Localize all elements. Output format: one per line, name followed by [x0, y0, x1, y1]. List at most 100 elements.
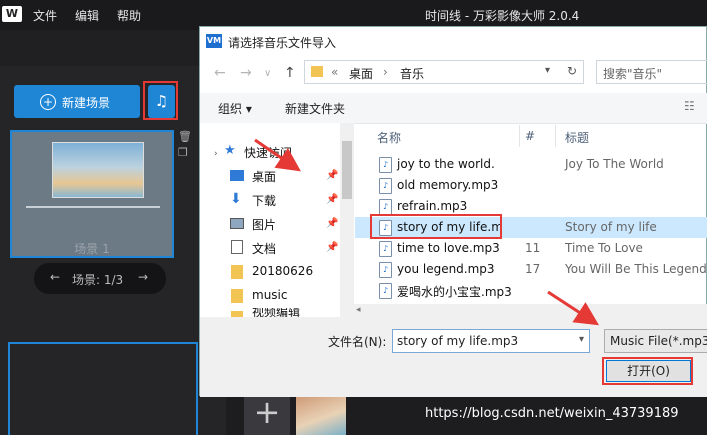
audio-file-icon: ♪ — [379, 262, 392, 278]
selected-file-highlight — [370, 214, 502, 239]
folder-icon — [231, 265, 243, 279]
column-number[interactable]: # — [525, 129, 535, 143]
pin-icon[interactable]: 📌 — [326, 218, 338, 229]
file-list-scrollbar[interactable]: ◂ — [354, 304, 707, 318]
back-arrow-icon[interactable]: ← — [214, 65, 226, 81]
documents-icon — [231, 240, 243, 254]
copy-icon[interactable]: ❐ — [178, 146, 188, 159]
open-button-highlight — [602, 357, 693, 385]
menu-edit[interactable]: 编辑 — [75, 7, 99, 24]
file-name: joy to the world. — [397, 157, 495, 171]
breadcrumb-separator: › — [383, 65, 388, 79]
audio-file-icon: ♪ — [379, 283, 392, 299]
audio-file-icon: ♪ — [379, 241, 392, 257]
forward-arrow-icon[interactable]: → — [240, 65, 252, 81]
file-open-dialog: VM 请选择音乐文件导入 ← → ∨ ↑ « 桌面 › 音乐 ▾ ↻ 搜索"音乐… — [199, 26, 707, 397]
app-logo: W — [2, 6, 22, 22]
view-options-icon[interactable]: ☷ — [684, 99, 695, 113]
new-scene-button[interactable]: + 新建场景 — [14, 85, 140, 118]
file-name: you legend.mp3 — [397, 262, 495, 276]
scene-pager: ← 场景: 1/3 → — [34, 263, 166, 294]
timeline-track[interactable] — [8, 342, 198, 435]
nav-pictures[interactable]: 图片 — [252, 216, 276, 233]
folder-icon — [311, 66, 323, 77]
dialog-title: 请选择音乐文件导入 — [228, 36, 337, 50]
folder-icon — [231, 289, 243, 303]
menu-file[interactable]: 文件 — [33, 7, 57, 24]
file-row[interactable]: ♪ old memory.mp3 — [355, 175, 707, 196]
address-bar[interactable]: « 桌面 › 音乐 ▾ ↻ — [304, 60, 584, 84]
file-row[interactable]: ♪ you legend.mp3 17 You Will Be This Leg… — [355, 259, 707, 280]
file-row[interactable]: ♪ joy to the world. Joy To The World — [355, 154, 707, 175]
dialog-toolbar: 组织 ▾ 新建文件夹 ☷ — [200, 93, 707, 124]
column-name[interactable]: 名称 — [377, 129, 401, 146]
app-title: 时间线 - 万彩影像大师 2.0.4 — [425, 9, 580, 23]
file-title: Time To Love — [565, 241, 643, 255]
column-divider[interactable] — [555, 125, 556, 147]
file-row[interactable]: ♪ time to love.mp3 11 Time To Love — [355, 238, 707, 259]
nav-desktop[interactable]: 桌面 — [252, 168, 276, 185]
file-row[interactable]: ♪ 爱喝水的小宝宝.mp3 — [355, 280, 707, 301]
star-icon: ★ — [224, 143, 236, 158]
breadcrumb-music[interactable]: 音乐 — [400, 65, 424, 82]
filename-value: story of my life.mp3 — [397, 334, 519, 348]
audio-file-icon: ♪ — [379, 178, 392, 194]
nav-downloads[interactable]: 下载 — [252, 192, 276, 209]
arrow-right-icon[interactable]: → — [138, 270, 148, 284]
file-title: You Will Be This Legend — [565, 262, 707, 276]
download-icon: ⬇ — [230, 191, 242, 207]
nav-scrollbar-thumb[interactable] — [342, 141, 352, 199]
file-type-select[interactable]: Music File(*.mp3;* — [604, 329, 707, 353]
pin-icon[interactable]: 📌 — [326, 170, 338, 181]
filename-input[interactable]: story of my life.mp3 ▾ — [392, 329, 590, 353]
refresh-icon[interactable]: ↻ — [567, 64, 577, 78]
breadcrumb-desktop[interactable]: 桌面 — [349, 65, 373, 82]
scene-thumbnail — [52, 142, 144, 198]
file-name: 爱喝水的小宝宝.mp3 — [397, 285, 512, 299]
file-name: refrain.mp3 — [397, 199, 468, 213]
nav-documents[interactable]: 文档 — [252, 240, 276, 257]
file-name: old memory.mp3 — [397, 178, 499, 192]
up-arrow-icon[interactable]: ↑ — [284, 65, 296, 81]
nav-quick-access[interactable]: 快速访问 — [244, 144, 292, 161]
file-list-header: 名称 # 标题 — [355, 125, 707, 147]
arrow-left-icon[interactable]: ← — [50, 270, 60, 284]
watermark: https://blog.csdn.net/weixin_43739189 — [425, 406, 679, 421]
scene-ruler — [26, 206, 160, 208]
nav-folder-20180626[interactable]: 20180626 — [252, 264, 313, 278]
filename-label: 文件名(N): — [328, 335, 387, 349]
plus-circle-icon: + — [40, 94, 56, 110]
file-number: 17 — [525, 262, 541, 276]
new-folder-button[interactable]: 新建文件夹 — [285, 100, 345, 117]
expand-icon[interactable]: › — [214, 145, 218, 159]
chevron-down-icon[interactable]: ▾ — [545, 65, 550, 76]
pictures-icon — [230, 218, 244, 229]
chevron-down-icon[interactable]: ▾ — [579, 334, 584, 345]
new-scene-label: 新建场景 — [62, 96, 111, 110]
column-title[interactable]: 标题 — [565, 129, 589, 146]
scene-label: 场景 1 — [74, 242, 110, 256]
desktop-icon — [230, 170, 244, 181]
audio-file-icon: ♪ — [379, 157, 392, 173]
app-icon: VM — [206, 34, 222, 48]
chevron-down-icon[interactable]: ∨ — [264, 68, 271, 79]
organize-button[interactable]: 组织 ▾ — [218, 100, 252, 117]
trash-icon[interactable]: 🗑 — [178, 130, 192, 143]
search-input[interactable]: 搜索"音乐" — [596, 60, 707, 84]
pin-icon[interactable]: 📌 — [326, 194, 338, 205]
file-number: 11 — [525, 241, 541, 255]
nav-folder-video[interactable]: 视频编辑 — [252, 308, 300, 317]
music-button-highlight — [143, 81, 178, 120]
file-name: time to love.mp3 — [397, 241, 500, 255]
breadcrumb-chevron[interactable]: « — [331, 65, 338, 79]
scene-card[interactable]: 场景 1 — [10, 130, 174, 258]
menu-help[interactable]: 帮助 — [117, 7, 141, 24]
chevron-left-icon[interactable]: ◂ — [356, 305, 361, 315]
file-title: Story of my life — [565, 220, 657, 234]
column-divider[interactable] — [519, 125, 520, 147]
file-title: Joy To The World — [565, 157, 664, 171]
pin-icon[interactable]: 📌 — [326, 242, 338, 253]
pager-label: 场景: 1/3 — [72, 273, 124, 287]
nav-folder-music[interactable]: music — [252, 288, 287, 302]
audio-file-icon: ♪ — [379, 199, 392, 215]
